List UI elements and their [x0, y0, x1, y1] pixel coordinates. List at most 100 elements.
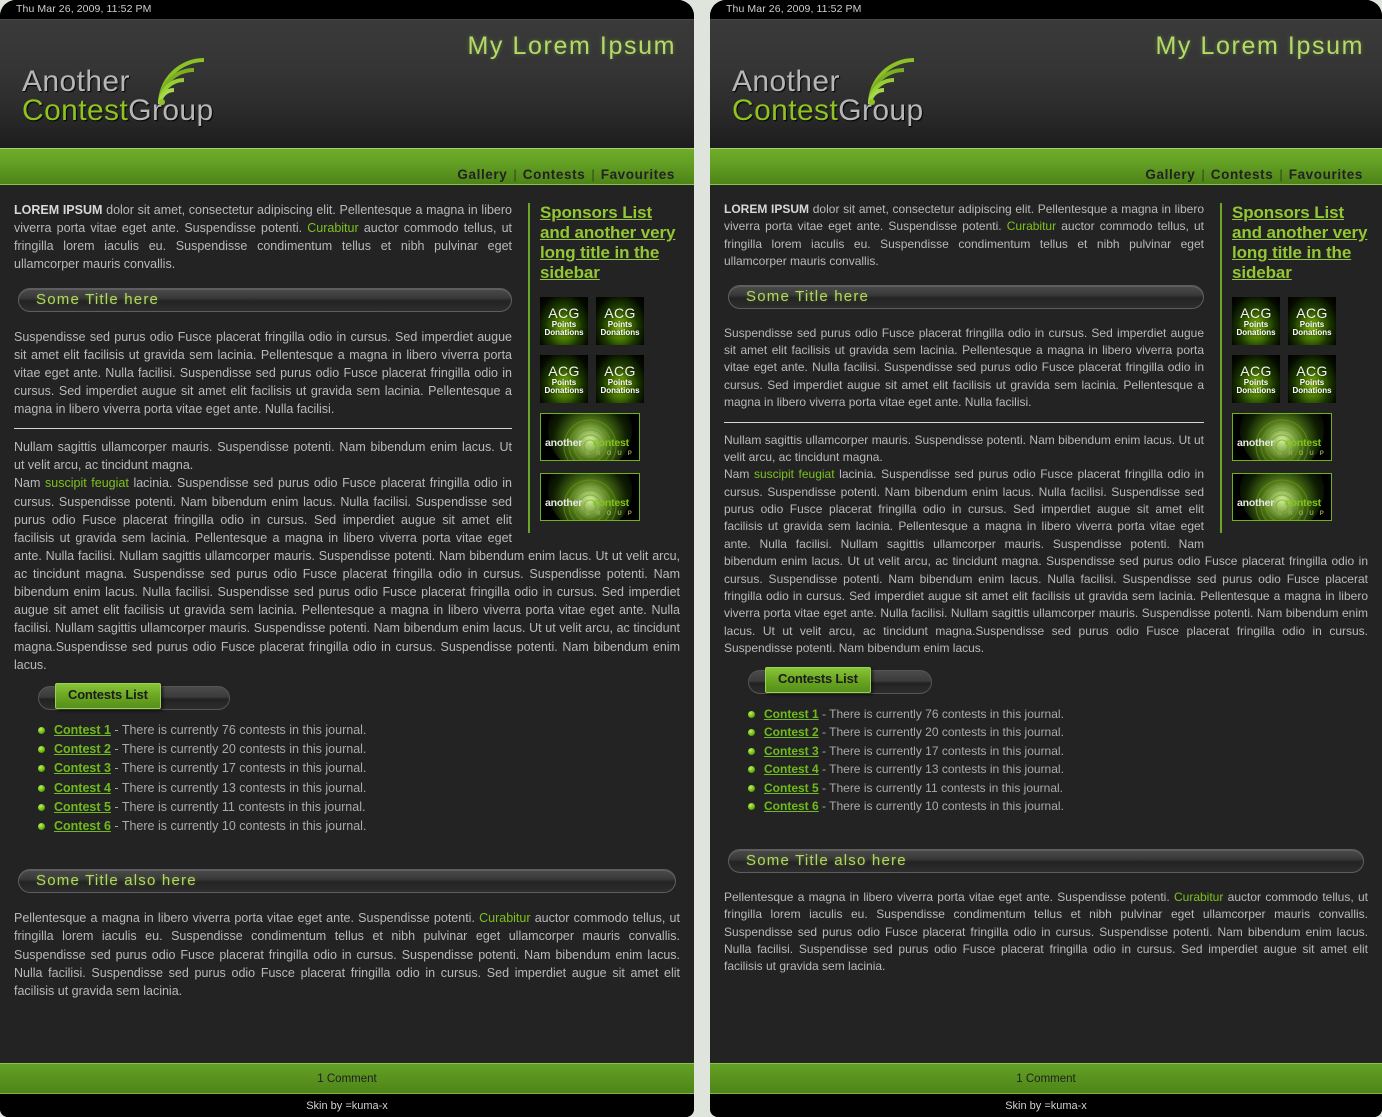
contest-link[interactable]: Contest 4	[764, 762, 819, 776]
acg-badge-row: ACG Points Donations ACG Points Donation…	[540, 355, 680, 404]
acg-badge-title: ACG	[604, 362, 636, 379]
sidebar-title[interactable]: Sponsors List and another very long titl…	[1232, 203, 1368, 283]
contest-desc: - There is currently 13 contests in this…	[818, 762, 1064, 777]
acg-badge-title: ACG	[1296, 304, 1328, 321]
sponsors-sidebar: Sponsors List and another very long titl…	[1220, 203, 1368, 534]
site-header: My Lorem Ipsum Another ContestGroup	[0, 19, 694, 148]
acg-group-banner[interactable]: another contest G R O U P	[540, 413, 640, 462]
contest-link[interactable]: Contest 6	[764, 799, 819, 813]
contest-link[interactable]: Contest 3	[764, 744, 819, 758]
contest-link[interactable]: Contest 4	[54, 781, 111, 795]
main-nav: Gallery | Contests | Favourites	[0, 148, 694, 185]
contest-link[interactable]: Contest 3	[54, 761, 111, 775]
contest-link[interactable]: Contest 5	[54, 800, 111, 814]
nav-item-contests[interactable]: Contests	[1206, 167, 1279, 182]
divider	[724, 421, 1204, 423]
acg-badge-row: ACG Points Donations ACG Points Donation…	[540, 297, 680, 346]
comments-bar[interactable]: 1 Comment	[0, 1063, 694, 1094]
link-curabitur-2[interactable]: Curabitur	[1174, 890, 1223, 904]
lead-link-curabitur[interactable]: Curabitur	[1007, 219, 1056, 233]
list-item: Contest 3 - There is currently 17 contes…	[748, 743, 1368, 760]
nav-item-favourites[interactable]: Favourites	[1284, 167, 1368, 182]
link-suscipit-feugiat[interactable]: suscipit feugiat	[45, 476, 129, 490]
logo-word-group: Group	[838, 93, 924, 127]
banner-word-another: another	[545, 496, 583, 509]
acg-badge-sub2: Donations	[544, 385, 584, 395]
contest-link[interactable]: Contest 6	[54, 819, 111, 833]
site-logo[interactable]: Another ContestGroup	[732, 58, 924, 127]
acg-badge-row: ACG Points Donations ACG Points Donation…	[1232, 297, 1368, 346]
contest-desc: - There is currently 20 contests in this…	[110, 742, 367, 756]
acg-points-donations-badge[interactable]: ACG Points Donations	[596, 355, 644, 404]
bullet-icon	[38, 726, 45, 734]
acg-group-banner[interactable]: another contest G R O U P	[1232, 473, 1332, 522]
nav-item-gallery[interactable]: Gallery	[452, 167, 512, 182]
acg-badge-sub2: Donations	[1292, 327, 1332, 337]
acg-points-donations-badge[interactable]: ACG Points Donations	[540, 297, 588, 346]
link-curabitur-2[interactable]: Curabitur	[479, 911, 530, 925]
list-item: Contest 5 - There is currently 11 contes…	[38, 799, 680, 816]
content-area: Sponsors List and another very long titl…	[710, 185, 1382, 1063]
skin-credit-bar: Skin by =kuma-x	[0, 1094, 694, 1117]
acg-points-donations-badge[interactable]: ACG Points Donations	[1232, 297, 1280, 346]
contest-link[interactable]: Contest 1	[54, 723, 111, 737]
paragraph-4: Pellentesque a magna in libero viverra p…	[724, 889, 1368, 976]
lead-strong: LOREM IPSUM	[724, 202, 810, 216]
acg-badge-row: ACG Points Donations ACG Points Donation…	[1232, 355, 1368, 404]
list-item: Contest 2 - There is currently 20 contes…	[748, 724, 1368, 741]
sidebar-title[interactable]: Sponsors List and another very long titl…	[540, 203, 680, 283]
contest-link[interactable]: Contest 1	[764, 707, 819, 721]
acg-badge-title: ACG	[548, 362, 580, 379]
lead-strong: LOREM IPSUM	[14, 203, 103, 217]
preview-panel-narrow: Thu Mar 26, 2009, 11:52 PM My Lorem Ipsu…	[710, 0, 1382, 1117]
contest-link[interactable]: Contest 2	[764, 725, 819, 739]
banner-word-group: G R O U P	[585, 510, 634, 517]
bullet-icon	[748, 784, 755, 792]
contest-link[interactable]: Contest 5	[764, 781, 819, 795]
contests-list-tab[interactable]: Contests List	[55, 682, 161, 709]
lead-link-curabitur[interactable]: Curabitur	[307, 221, 358, 235]
list-item: Contest 2 - There is currently 20 contes…	[38, 741, 680, 758]
acg-badge-sub2: Donations	[600, 385, 640, 395]
banner-word-group: G R O U P	[1277, 450, 1326, 457]
section-title-2-label: Some Title also here	[746, 852, 907, 869]
contest-link[interactable]: Contest 2	[54, 742, 111, 756]
comments-bar[interactable]: 1 Comment	[710, 1063, 1382, 1094]
contests-list-tab[interactable]: Contests List	[765, 666, 871, 693]
acg-badge-sub2: Donations	[1292, 385, 1332, 395]
site-logo[interactable]: Another ContestGroup	[22, 58, 214, 126]
acg-points-donations-badge[interactable]: ACG Points Donations	[1288, 355, 1336, 404]
contest-desc: - There is currently 13 contests in this…	[110, 780, 367, 795]
nav-item-gallery[interactable]: Gallery	[1140, 167, 1200, 182]
page-root: Thu Mar 26, 2009, 11:52 PM My Lorem Ipsu…	[0, 0, 1382, 1117]
section-header-1: Some Title here	[18, 287, 512, 312]
section-title-1-label: Some Title here	[36, 290, 160, 308]
contests-list-tab-label: Contests List	[778, 671, 858, 687]
acg-badge-sub2: Donations	[544, 327, 584, 337]
nav-item-favourites[interactable]: Favourites	[596, 167, 680, 182]
contest-desc: - There is currently 10 contests in this…	[818, 799, 1064, 814]
acg-group-banner[interactable]: another contest G R O U P	[1232, 413, 1332, 462]
list-item: Contest 1 - There is currently 76 contes…	[748, 706, 1368, 723]
acg-badge-title: ACG	[1296, 362, 1328, 379]
skin-credit-bar: Skin by =kuma-x	[710, 1094, 1382, 1117]
nav-item-contests[interactable]: Contests	[518, 167, 591, 182]
bullet-icon	[748, 747, 755, 755]
contest-desc: - There is currently 11 contests in this…	[110, 799, 366, 814]
acg-points-donations-badge[interactable]: ACG Points Donations	[596, 297, 644, 346]
acg-points-donations-badge[interactable]: ACG Points Donations	[540, 355, 588, 404]
list-item: Contest 1 - There is currently 76 contes…	[38, 722, 680, 739]
list-item: Contest 4 - There is currently 13 contes…	[748, 761, 1368, 778]
link-suscipit-feugiat[interactable]: suscipit feugiat	[754, 467, 835, 481]
banner-word-group: G R O U P	[585, 450, 634, 457]
acg-points-donations-badge[interactable]: ACG Points Donations	[1232, 355, 1280, 404]
acg-points-donations-badge[interactable]: ACG Points Donations	[1288, 297, 1336, 346]
para-4-pre: Pellentesque a magna in libero viverra p…	[724, 889, 1174, 904]
bullet-icon	[38, 765, 45, 773]
banner-word-group: G R O U P	[1277, 510, 1326, 517]
contest-desc: - There is currently 76 contests in this…	[818, 706, 1064, 721]
bullet-icon	[38, 746, 45, 753]
contest-desc: - There is currently 17 contests in this…	[110, 761, 367, 776]
para-3-pre: Nam	[724, 467, 754, 482]
acg-group-banner[interactable]: another contest G R O U P	[540, 473, 640, 522]
